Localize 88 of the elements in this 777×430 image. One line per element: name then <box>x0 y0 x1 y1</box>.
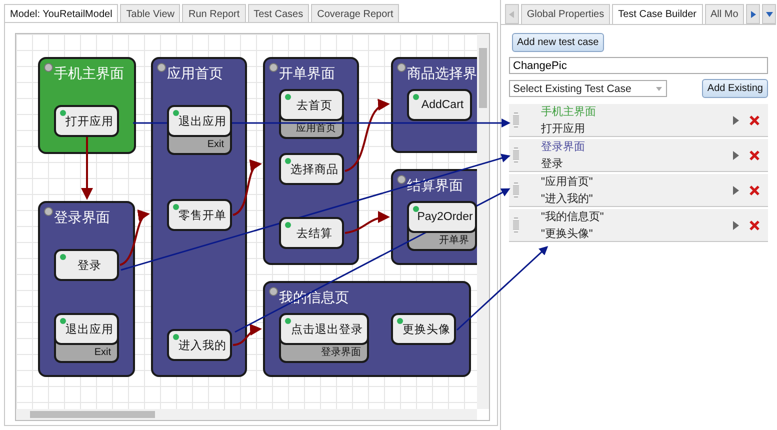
tab[interactable]: All Mo <box>704 4 744 24</box>
status-dot <box>173 204 179 210</box>
scroll-right-button[interactable] <box>746 4 760 24</box>
test-step[interactable]: 手机主界面 打开应用 <box>509 104 768 137</box>
status-dot <box>60 110 66 116</box>
status-dot <box>285 222 291 228</box>
caret-icon <box>766 12 773 16</box>
test-step[interactable]: "我的信息页" "更换头像" <box>509 209 768 242</box>
state-title: 登录界面 <box>54 209 110 227</box>
delete-icon[interactable] <box>749 114 760 126</box>
status-dot <box>60 254 66 260</box>
action-label: 选择商品 <box>290 162 338 176</box>
state-title: 手机主界面 <box>54 65 124 83</box>
action-label: 更换头像 <box>402 322 450 336</box>
tab[interactable]: Global Properties <box>520 4 610 24</box>
left-arrow-icon <box>509 10 514 18</box>
tab[interactable]: Test Cases <box>248 4 310 22</box>
action-label: 打开应用 <box>66 114 114 128</box>
state-title: 商品选择界 <box>407 65 477 83</box>
action-label: 进入我的 <box>178 338 226 352</box>
tab[interactable]: Test Case Builder <box>612 4 702 24</box>
status-dot <box>413 94 419 100</box>
transition-arrow <box>344 100 390 172</box>
state-indicator-icon <box>397 63 406 72</box>
state-indicator-icon <box>157 63 166 72</box>
step-action: 打开应用 <box>541 122 586 136</box>
transition-arrow <box>232 162 262 216</box>
action-label: 去首页 <box>296 98 332 112</box>
state-title: 开单界面 <box>279 65 335 83</box>
drag-handle-icon[interactable] <box>513 147 519 163</box>
step-action: "更换头像" <box>541 227 594 241</box>
play-icon[interactable] <box>733 150 739 160</box>
tab[interactable]: Table View <box>120 4 180 22</box>
status-dot <box>173 110 179 116</box>
action-label: 点击退出登录 <box>291 322 363 336</box>
action-label: 去结算 <box>296 226 332 240</box>
action-label: 退出应用 <box>178 114 226 128</box>
tab[interactable]: Model: YouRetailModel <box>4 4 118 22</box>
tab[interactable]: Coverage Report <box>311 4 400 22</box>
step-action: "进入我的" <box>541 192 594 206</box>
add-test-case-button[interactable]: Add new test case <box>512 33 604 52</box>
status-dot <box>60 318 66 324</box>
step-action: 登录 <box>541 157 564 171</box>
action-label: 退出应用 <box>66 322 114 336</box>
action-label: 零售开单 <box>178 208 226 222</box>
status-dot <box>285 94 291 100</box>
status-dot <box>285 318 291 324</box>
add-existing-button[interactable]: Add Existing <box>702 79 768 98</box>
test-step[interactable]: "应用首页" "进入我的" <box>509 174 768 207</box>
transition-arrow <box>81 137 93 200</box>
status-dot <box>285 158 291 164</box>
step-state: "我的信息页" <box>541 210 605 224</box>
transition-arrow <box>232 324 262 346</box>
test-case-name-field[interactable]: ChangePic <box>509 57 768 74</box>
step-state: 手机主界面 <box>541 104 597 119</box>
caret-icon <box>655 86 663 92</box>
delete-icon[interactable] <box>749 184 760 196</box>
existing-test-case-dropdown[interactable]: Select Existing Test Case <box>509 80 667 97</box>
test-step[interactable]: 登录界面 登录 <box>509 139 768 172</box>
right-arrow-icon <box>750 10 756 18</box>
state-indicator-icon <box>44 207 53 216</box>
state-indicator-icon <box>269 63 278 72</box>
step-state: 登录界面 <box>541 140 586 154</box>
delete-icon[interactable] <box>749 150 760 160</box>
transition-arrow <box>120 212 150 266</box>
vertical-scrollbar[interactable] <box>477 34 489 409</box>
step-state: "应用首页" <box>541 174 594 189</box>
drag-handle-icon[interactable] <box>513 112 519 128</box>
transition-arrow <box>344 212 390 234</box>
delete-icon[interactable] <box>749 220 760 230</box>
state-title: 应用首页 <box>167 65 223 83</box>
play-icon[interactable] <box>733 186 739 194</box>
status-dot <box>173 334 179 340</box>
drag-handle-icon[interactable] <box>513 217 519 233</box>
action-label: AddCart <box>421 99 464 111</box>
tab-menu-button[interactable] <box>762 4 776 24</box>
action-label: 登录 <box>78 258 102 272</box>
state-indicator-icon <box>44 63 53 72</box>
action-label: Pay2Order <box>417 211 473 223</box>
horizontal-scrollbar[interactable] <box>16 409 477 420</box>
tab[interactable]: Run Report <box>182 4 246 22</box>
state-indicator-icon <box>397 175 406 184</box>
drag-handle-icon[interactable] <box>513 182 519 198</box>
play-icon[interactable] <box>733 116 739 124</box>
status-dot <box>413 206 419 212</box>
state-indicator-icon <box>269 287 278 296</box>
play-icon[interactable] <box>733 220 739 230</box>
status-dot <box>397 318 403 324</box>
